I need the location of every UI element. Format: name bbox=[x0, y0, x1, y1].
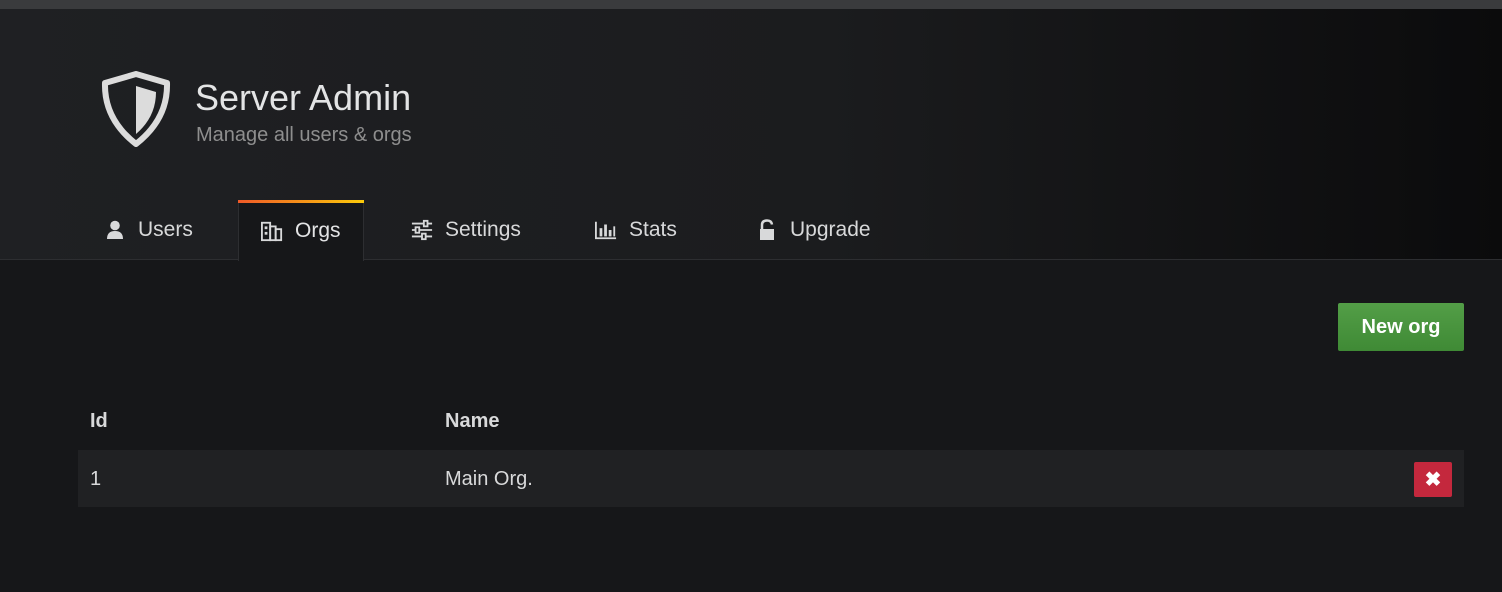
org-id-cell: 1 bbox=[90, 468, 102, 490]
shield-icon bbox=[101, 71, 171, 147]
bar-chart-icon bbox=[595, 219, 617, 241]
sliders-icon bbox=[411, 219, 433, 241]
page-subtitle: Manage all users & orgs bbox=[196, 124, 412, 146]
unlock-icon bbox=[756, 219, 778, 241]
column-header-id: Id bbox=[90, 410, 108, 432]
top-strip bbox=[0, 0, 1502, 9]
tab-label: Orgs bbox=[295, 218, 341, 242]
table-row[interactable]: 1 Main Org. ✖ bbox=[78, 450, 1464, 507]
tab-label: Users bbox=[138, 218, 193, 241]
tab-users[interactable]: Users bbox=[104, 200, 193, 260]
tab-label: Upgrade bbox=[790, 218, 871, 241]
tab-label: Settings bbox=[445, 218, 521, 241]
tab-bar: Users Orgs Settings Stats Upgrade bbox=[0, 200, 1502, 261]
delete-org-button[interactable]: ✖ bbox=[1414, 462, 1452, 497]
page-header: Server Admin Manage all users & orgs Use… bbox=[0, 9, 1502, 261]
user-icon bbox=[104, 219, 126, 241]
close-icon: ✖ bbox=[1424, 469, 1442, 491]
tab-upgrade[interactable]: Upgrade bbox=[756, 200, 871, 260]
page-title: Server Admin bbox=[195, 77, 412, 118]
new-org-button[interactable]: New org bbox=[1338, 303, 1464, 351]
org-name-cell[interactable]: Main Org. bbox=[445, 468, 533, 491]
column-header-name: Name bbox=[445, 410, 500, 432]
tab-orgs[interactable]: Orgs bbox=[238, 200, 364, 261]
building-icon bbox=[261, 220, 283, 242]
tab-label: Stats bbox=[629, 218, 677, 241]
tab-stats[interactable]: Stats bbox=[595, 200, 677, 260]
tab-settings[interactable]: Settings bbox=[411, 200, 521, 260]
